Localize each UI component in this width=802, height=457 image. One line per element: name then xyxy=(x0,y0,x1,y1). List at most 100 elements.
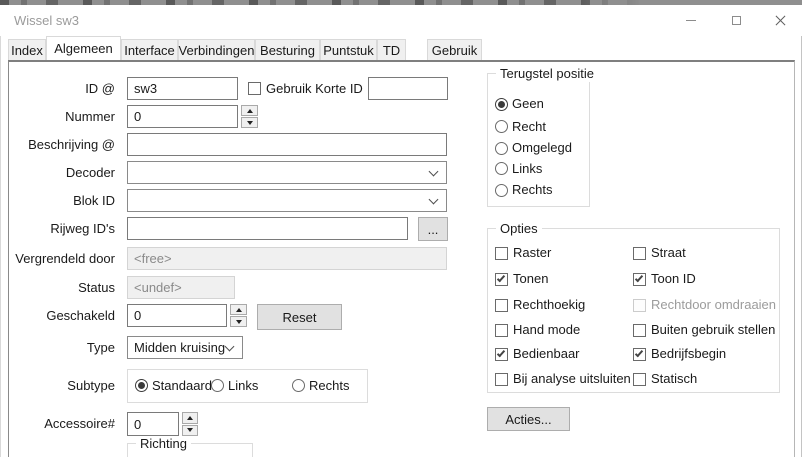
terugstel-radio-omgelegd-label[interactable]: Omgelegd xyxy=(512,140,572,156)
tab-interface[interactable]: Interface xyxy=(121,39,178,60)
terugstel-radio-recht[interactable] xyxy=(495,120,508,133)
straat-checkbox-label[interactable]: Straat xyxy=(651,245,686,261)
buiten-gebruik-stellen-checkbox[interactable] xyxy=(633,324,646,337)
bij-analyse-uitsluiten-checkbox[interactable] xyxy=(495,373,508,386)
acties-button[interactable]: Acties... xyxy=(487,407,570,431)
statisch-checkbox[interactable] xyxy=(633,373,646,386)
rijweg-label: Rijweg ID's xyxy=(0,221,115,237)
terugstel-radio-links[interactable] xyxy=(495,162,508,175)
hand-mode-checkbox[interactable] xyxy=(495,324,508,337)
id-label: ID @ xyxy=(0,81,115,97)
dialog-window: Wissel sw3 Index Algemeen Interface Verb… xyxy=(0,0,802,457)
window-title: Wissel sw3 xyxy=(14,5,79,36)
decoder-label: Decoder xyxy=(0,165,115,181)
subtype-radio-rechts-label[interactable]: Rechts xyxy=(309,378,349,394)
straat-checkbox[interactable] xyxy=(633,247,646,260)
vergrendeld-field xyxy=(127,247,447,270)
terugstel-radio-geen[interactable] xyxy=(495,98,508,111)
spinner-down-icon[interactable] xyxy=(241,117,258,128)
minimize-button[interactable] xyxy=(668,5,714,36)
bedrijfsbegin-checkbox-label[interactable]: Bedrijfsbegin xyxy=(651,346,726,362)
buiten-gebruik-stellen-checkbox-label[interactable]: Buiten gebruik stellen xyxy=(651,322,775,338)
raster-checkbox-label[interactable]: Raster xyxy=(513,245,551,261)
subtype-label: Subtype xyxy=(0,378,115,394)
tab-gebruik[interactable]: Gebruik xyxy=(427,39,482,60)
spinner-up-icon[interactable] xyxy=(230,304,247,315)
tab-verbindingen[interactable]: Verbindingen xyxy=(178,39,255,60)
toon-id-checkbox[interactable] xyxy=(633,273,646,286)
terugstel-radio-recht-label[interactable]: Recht xyxy=(512,119,546,135)
terugstel-radio-rechts-label[interactable]: Rechts xyxy=(512,182,552,198)
decoder-combobox[interactable] xyxy=(127,161,447,184)
bedrijfsbegin-checkbox[interactable] xyxy=(633,348,646,361)
tab-besturing[interactable]: Besturing xyxy=(255,39,320,60)
id-input[interactable] xyxy=(127,77,238,100)
rechtdoor-omdraaien-checkbox-label: Rechtdoor omdraaien xyxy=(651,297,776,313)
rechthoekig-checkbox[interactable] xyxy=(495,299,508,312)
geschakeld-spinner[interactable] xyxy=(230,304,247,327)
spinner-up-icon[interactable] xyxy=(182,412,198,424)
richting-group: Richting xyxy=(127,443,253,457)
subtype-radio-links[interactable] xyxy=(211,379,224,392)
spinner-down-icon[interactable] xyxy=(182,425,198,437)
subtype-radio-standaard[interactable] xyxy=(135,379,148,392)
spinner-up-icon[interactable] xyxy=(241,105,258,116)
rijweg-browse-button[interactable]: ... xyxy=(418,217,448,241)
tab-algemeen[interactable]: Algemeen xyxy=(46,36,121,60)
chevron-down-icon xyxy=(225,342,235,352)
rijweg-input[interactable] xyxy=(127,217,408,240)
beschrijving-input[interactable] xyxy=(127,133,447,156)
close-button[interactable] xyxy=(759,5,802,36)
terugstel-radio-geen-label[interactable]: Geen xyxy=(512,96,544,112)
blok-id-combobox[interactable] xyxy=(127,189,447,212)
korte-id-input[interactable] xyxy=(368,77,448,100)
geschakeld-input[interactable] xyxy=(127,304,227,327)
accessoire-spinner[interactable] xyxy=(182,412,198,436)
nummer-spinner[interactable] xyxy=(241,105,258,128)
opties-group-title: Opties xyxy=(496,221,542,237)
type-combobox[interactable]: Midden kruising xyxy=(127,336,243,359)
korte-id-checkbox-label[interactable]: Gebruik Korte ID xyxy=(266,81,363,97)
minimize-icon xyxy=(686,20,696,21)
korte-id-checkbox[interactable] xyxy=(248,82,261,95)
bij-analyse-uitsluiten-checkbox-label[interactable]: Bij analyse uitsluiten xyxy=(513,371,631,387)
vergrendeld-label: Vergrendeld door xyxy=(0,251,115,267)
rechtdoor-omdraaien-checkbox xyxy=(633,299,646,312)
toon-id-checkbox-label[interactable]: Toon ID xyxy=(651,271,696,287)
terugstel-positie-title: Terugstel positie xyxy=(496,66,598,82)
status-field xyxy=(127,276,235,299)
subtype-radio-links-label[interactable]: Links xyxy=(228,378,258,394)
nummer-input[interactable] xyxy=(127,105,238,128)
beschrijving-label: Beschrijving @ xyxy=(0,137,115,153)
richting-group-title: Richting xyxy=(136,436,191,452)
geschakeld-label: Geschakeld xyxy=(0,308,115,324)
rechthoekig-checkbox-label[interactable]: Rechthoekig xyxy=(513,297,585,313)
spinner-down-icon[interactable] xyxy=(230,316,247,327)
maximize-icon xyxy=(732,16,741,25)
tonen-checkbox-label[interactable]: Tonen xyxy=(513,271,548,287)
type-value: Midden kruising xyxy=(134,340,225,356)
status-label: Status xyxy=(0,280,115,296)
subtype-radio-rechts[interactable] xyxy=(292,379,305,392)
terugstel-radio-links-label[interactable]: Links xyxy=(512,161,542,177)
type-label: Type xyxy=(0,340,115,356)
subtype-radio-standaard-label[interactable]: Standaard xyxy=(152,378,212,394)
tab-index[interactable]: Index xyxy=(8,39,46,60)
tab-puntstuk[interactable]: Puntstuk xyxy=(320,39,377,60)
terugstel-radio-rechts[interactable] xyxy=(495,184,508,197)
statisch-checkbox-label[interactable]: Statisch xyxy=(651,371,697,387)
tonen-checkbox[interactable] xyxy=(495,273,508,286)
blok-id-label: Blok ID xyxy=(0,193,115,209)
nummer-label: Nummer xyxy=(0,109,115,125)
bedienbaar-checkbox[interactable] xyxy=(495,348,508,361)
chevron-down-icon xyxy=(429,195,439,205)
close-icon xyxy=(775,15,786,26)
hand-mode-checkbox-label[interactable]: Hand mode xyxy=(513,322,580,338)
tab-td[interactable]: TD xyxy=(377,39,406,60)
raster-checkbox[interactable] xyxy=(495,247,508,260)
reset-button[interactable]: Reset xyxy=(257,304,342,330)
terugstel-radio-omgelegd[interactable] xyxy=(495,142,508,155)
accessoire-input[interactable] xyxy=(127,412,179,436)
maximize-button[interactable] xyxy=(714,5,759,36)
bedienbaar-checkbox-label[interactable]: Bedienbaar xyxy=(513,346,580,362)
